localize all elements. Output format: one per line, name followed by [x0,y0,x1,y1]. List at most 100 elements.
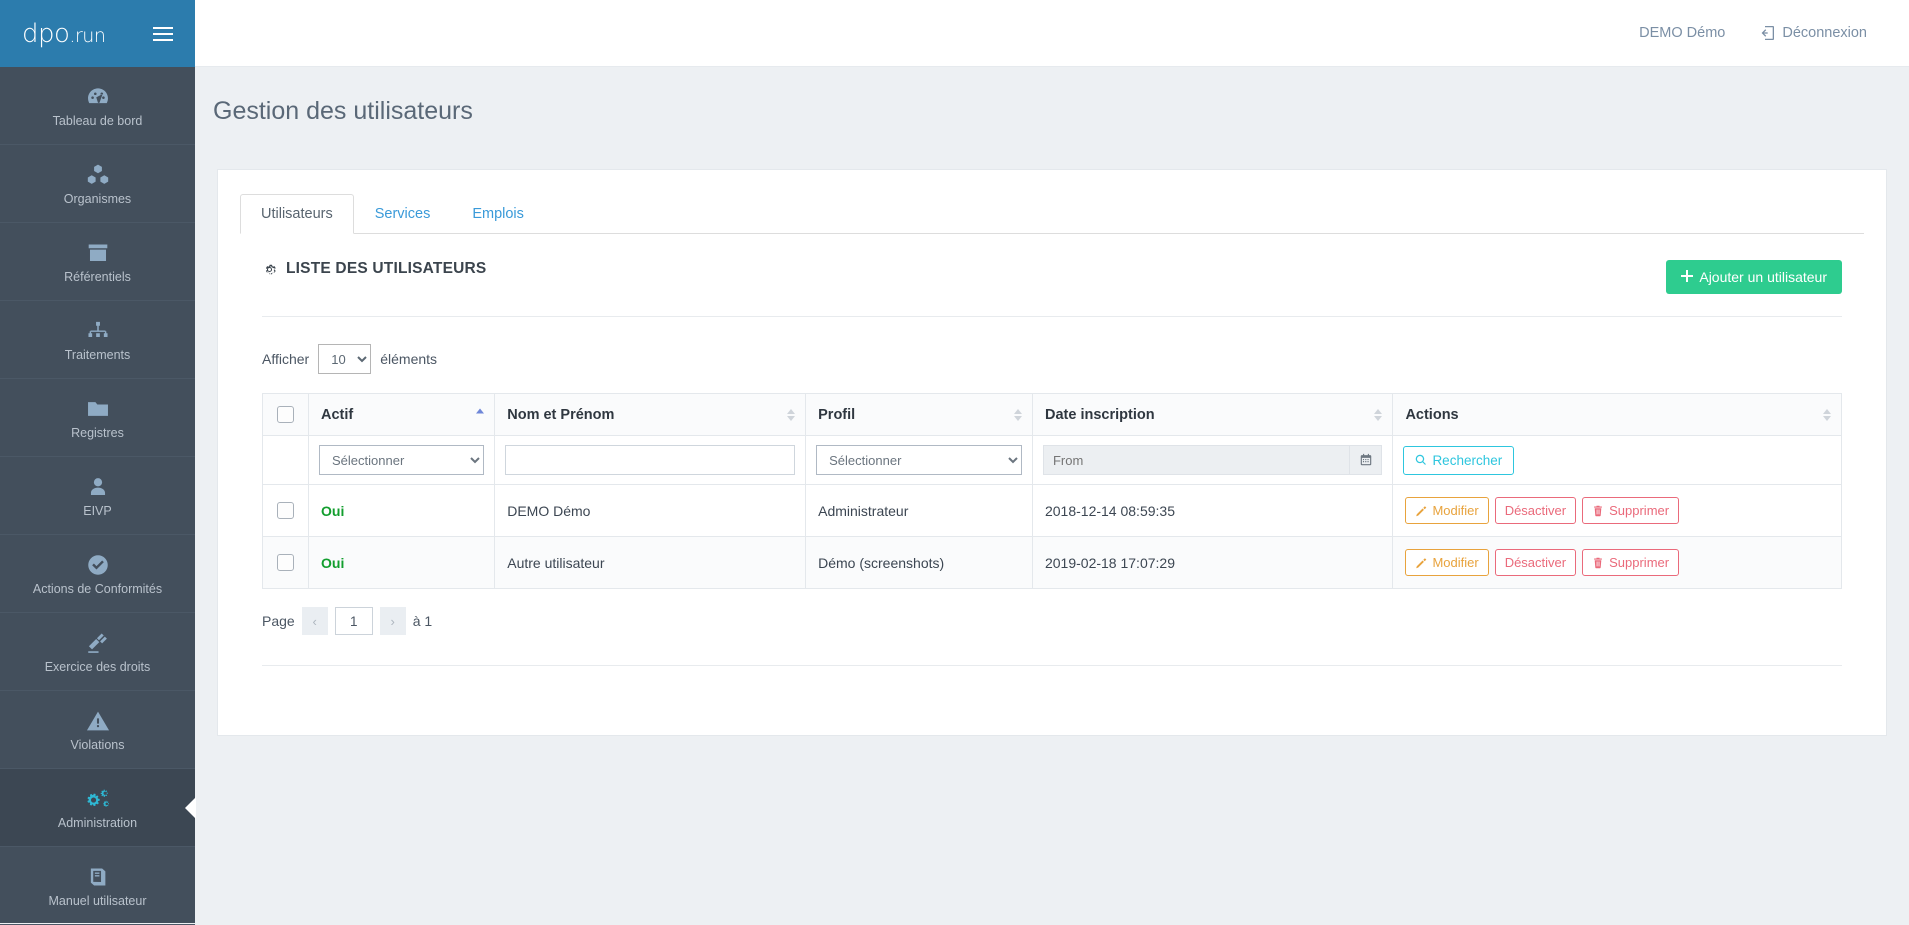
sidebar-item-registres[interactable]: Registres [0,379,195,457]
folder-icon [85,395,111,423]
logout-icon [1759,25,1775,41]
row-checkbox[interactable] [277,554,294,572]
edit-button[interactable]: Modifier [1405,497,1489,524]
search-button[interactable]: Rechercher [1403,445,1515,475]
column-header-profil[interactable]: Profil [805,393,1033,436]
panel-title: LISTE DES UTILISATEURS [262,260,486,278]
sidebar-item-label: Tableau de bord [52,114,143,129]
pagination-prefix: Page [262,613,295,629]
filter-nom-input[interactable] [505,445,796,475]
hamburger-icon[interactable] [149,23,177,45]
filter-nom-cell [494,435,807,485]
sitemap-icon [85,317,111,345]
sidebar-item-label: Registres [71,426,124,441]
sidebar-item-manuel-utilisateur[interactable]: Manuel utilisateur [0,847,195,925]
cell-profil: Administrateur [805,484,1033,537]
trash-icon [1592,505,1604,517]
filter-profil-select[interactable]: Sélectionner [816,445,1022,475]
filter-actif-select[interactable]: Sélectionner [319,445,485,475]
sidebar-item-label: Violations [70,738,125,753]
cell-actif: Oui [307,484,496,537]
delete-button[interactable]: Supprimer [1582,497,1680,524]
filter-actions-cell: Rechercher [1392,435,1842,485]
panel-title-text: LISTE DES UTILISATEURS [286,260,487,277]
cell-date: 2018-12-14 08:59:35 [1031,484,1394,537]
sidebar-item-label: Traitements [64,348,131,363]
cell-actif: Oui [307,536,496,589]
select-all-header [262,393,309,436]
sidebar-item-traitements[interactable]: Traitements [0,301,195,379]
pencil-square-icon [1415,557,1427,569]
column-header-label: Date inscription [1044,406,1155,423]
column-header-actions[interactable]: Actions [1392,393,1842,436]
users-table: Actif Nom et Prénom Profil Date inscription… [262,393,1842,589]
sidebar-item-label: Manuel utilisateur [48,894,147,909]
page-number-input[interactable] [334,607,373,635]
archive-box-icon [85,239,111,267]
page-length-select[interactable]: 102550100 [318,344,372,374]
cubes-icon [85,161,111,189]
current-user-label: DEMO Démo [1639,25,1726,41]
column-header-label: Actif [321,406,354,423]
sidebar-item-organismes[interactable]: Organismes [0,145,195,223]
gear-icon [262,262,277,277]
sidebar-item-label: Administration [57,816,138,831]
column-header-date-inscription[interactable]: Date inscription [1031,393,1394,436]
sort-indicator-icon [1013,408,1022,421]
cell-actions: Modifier Désactiver Supprimer [1392,536,1842,589]
table-row: Oui Autre utilisateur Démo (screenshots) 20… [262,536,1842,589]
table-body: Sélectionner Sélectionner Rechercher Oui DEM… [262,435,1842,589]
column-header-actif[interactable]: Actif [307,393,496,436]
action-button-label: Désactiver [1504,555,1567,570]
page-title: Gestion des utilisateurs [213,97,473,125]
pagination: Page ‹ › à 1 [262,589,1842,635]
gavel-icon [85,629,111,657]
cell-date: 2019-02-18 17:07:29 [1031,536,1394,589]
content-card: Utilisateurs Services Emplois LISTE DES UT… [217,169,1887,736]
tab-utilisateurs[interactable]: Utilisateurs [240,194,354,234]
deactivate-button[interactable]: Désactiver [1494,497,1577,524]
filter-date-from-input[interactable] [1042,445,1351,475]
sidebar-item-label: EIVP [83,504,112,519]
next-page-button[interactable]: › [379,607,406,635]
table-head: Actif Nom et Prénom Profil Date inscription… [262,393,1842,436]
sidebar-item-eivp[interactable]: EIVP [0,457,195,535]
sidebar-item-label: Référentiels [64,270,131,285]
sidebar-item-violations[interactable]: Violations [0,691,195,769]
date-filter-group [1042,445,1383,475]
action-button-label: Supprimer [1609,503,1670,518]
pagination-suffix: à 1 [412,613,433,629]
tab-services[interactable]: Services [354,194,452,234]
sort-indicator-icon [787,408,796,421]
sidebar-item-exercice-des-droits[interactable]: Exercice des droits [0,613,195,691]
delete-button[interactable]: Supprimer [1582,549,1680,576]
panel-footer-divider [262,665,1842,701]
edit-button[interactable]: Modifier [1405,549,1489,576]
logo-name: dpo [22,18,70,49]
table-header-row: Actif Nom et Prénom Profil Date inscription… [262,393,1842,436]
column-header-nom-et-pr-nom[interactable]: Nom et Prénom [494,393,807,436]
page-content: Gestion des utilisateurs Utilisateurs Ser… [195,67,1909,923]
select-all-checkbox[interactable] [277,406,294,423]
calendar-icon[interactable] [1350,445,1383,475]
action-button-label: Modifier [1432,503,1479,518]
sidebar-item-r-f-rentiels[interactable]: Référentiels [0,223,195,301]
logout-label: Déconnexion [1782,25,1867,41]
sidebar-item-label: Organismes [63,192,132,207]
row-checkbox[interactable] [277,502,294,520]
add-user-button[interactable]: Ajouter un utilisateur [1666,260,1842,294]
app-logo[interactable]: dpo.run [22,18,106,49]
sidebar-item-actions-de-conformit-s[interactable]: Actions de Conformités [0,535,195,613]
panel-header: LISTE DES UTILISATEURS Ajouter un utilis… [262,260,1842,294]
sidebar-item-tableau-de-bord[interactable]: Tableau de bord [0,67,195,145]
tab-emplois[interactable]: Emplois [451,194,545,234]
users-panel: LISTE DES UTILISATEURS Ajouter un utilis… [240,234,1864,701]
sidebar-item-label: Actions de Conformités [32,582,163,597]
sidebar-item-administration[interactable]: Administration [0,769,196,847]
prev-page-button[interactable]: ‹ [301,607,328,635]
deactivate-button[interactable]: Désactiver [1494,549,1577,576]
column-header-label: Nom et Prénom [507,406,615,423]
row-action-group: Modifier Désactiver Supprimer [1405,549,1829,576]
row-action-group: Modifier Désactiver Supprimer [1405,497,1829,524]
logout-button[interactable]: Déconnexion [1759,25,1867,41]
